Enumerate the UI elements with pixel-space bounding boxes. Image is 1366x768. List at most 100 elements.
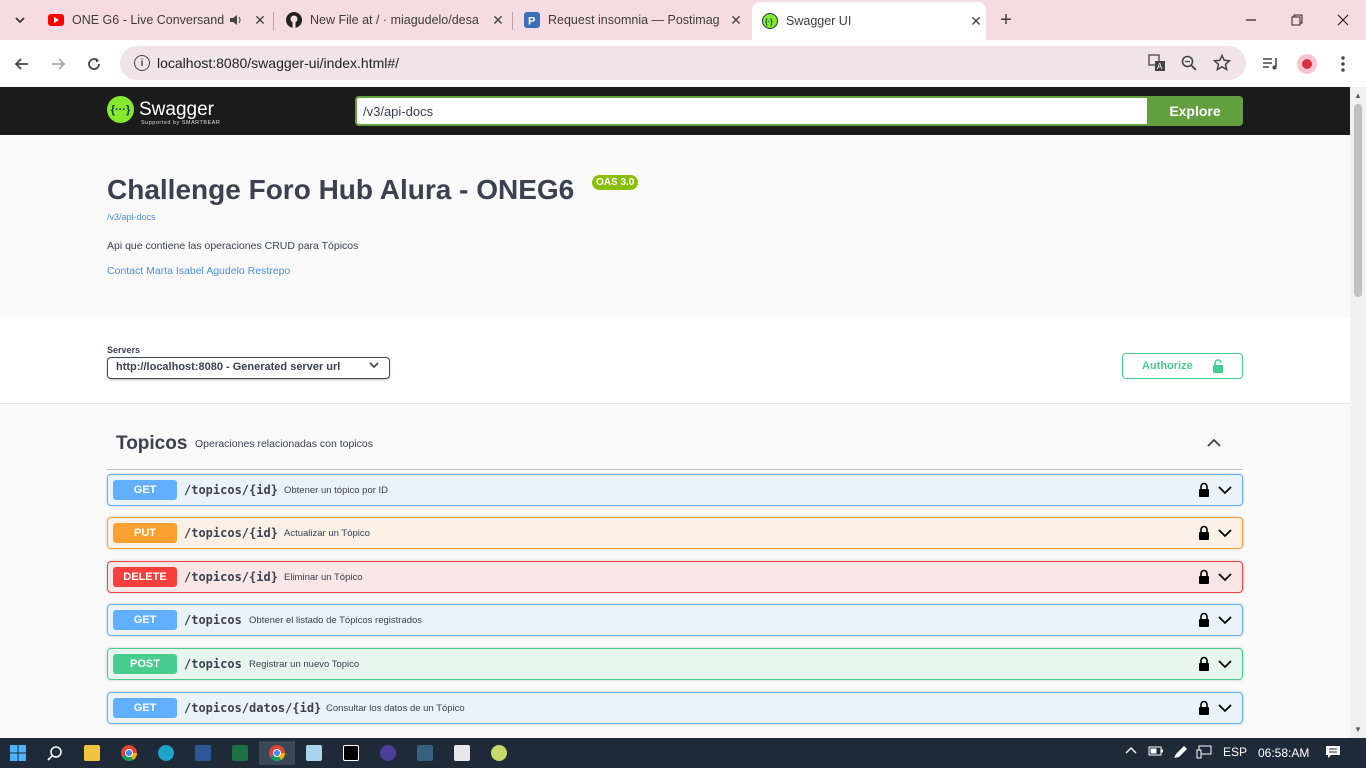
browser-toolbar: i localhost:8080/swagger-ui/index.html#/… xyxy=(0,40,1366,87)
chevron-down-icon[interactable] xyxy=(1218,657,1232,676)
tab-title: ONE G6 - Live Conversando xyxy=(72,13,224,27)
method-badge: DELETE xyxy=(113,567,177,587)
menu-kebab-icon[interactable] xyxy=(1332,53,1354,75)
close-window-icon[interactable] xyxy=(1331,8,1355,32)
speaker-icon[interactable] xyxy=(228,12,244,28)
file-explorer-icon[interactable] xyxy=(74,741,110,765)
authorize-button[interactable]: Authorize xyxy=(1122,353,1243,379)
tab-youtube[interactable]: ONE G6 - Live Conversando ✕ xyxy=(38,6,270,34)
restore-icon[interactable] xyxy=(1285,8,1309,32)
method-badge: POST xyxy=(113,654,177,674)
pen-icon[interactable] xyxy=(1172,745,1188,762)
chevron-down-icon[interactable] xyxy=(1218,613,1232,632)
back-arrow-icon[interactable] xyxy=(9,51,35,77)
swagger-logo[interactable]: {···} Swagger Supported by SMARTBEAR xyxy=(107,96,220,126)
chevron-down-icon[interactable] xyxy=(1218,701,1232,720)
chrome-active-icon[interactable] xyxy=(259,741,295,765)
spec-url-input[interactable]: /v3/api-docs xyxy=(355,96,1147,126)
lock-icon[interactable] xyxy=(1198,482,1210,502)
zoom-icon[interactable] xyxy=(1179,53,1199,73)
scrollbar-thumb[interactable] xyxy=(1354,104,1362,297)
operation-summary: Eliminar un Tópico xyxy=(284,572,363,583)
eclipse-icon[interactable] xyxy=(370,741,406,765)
operation-summary: Obtener el listado de Tópicos registrado… xyxy=(249,615,423,626)
lock-icon[interactable] xyxy=(1198,656,1210,676)
close-tab-icon[interactable]: ✕ xyxy=(966,11,986,31)
bookmark-star-icon[interactable] xyxy=(1212,53,1232,73)
scroll-down-arrow-icon[interactable]: ▼ xyxy=(1354,725,1362,734)
operation-get-topico-by-id[interactable]: GET /topicos/{id} Obtener un tópico por … xyxy=(107,474,1243,506)
chevron-up-icon[interactable] xyxy=(1205,434,1223,452)
paint-icon[interactable] xyxy=(481,741,517,765)
api-contact-link[interactable]: Contact Marta Isabel Agudelo Restrepo xyxy=(107,265,290,277)
site-info-icon[interactable]: i xyxy=(134,55,150,71)
api-spec-link[interactable]: /v3/api-docs xyxy=(107,212,156,222)
swagger-topbar: {···} Swagger Supported by SMARTBEAR /v3… xyxy=(0,87,1350,135)
notifications-icon[interactable] xyxy=(1325,745,1341,762)
lock-icon[interactable] xyxy=(1198,612,1210,632)
chevron-down-icon[interactable] xyxy=(1218,526,1232,545)
operation-path: /topicos/{id} xyxy=(184,526,278,540)
excel-icon[interactable] xyxy=(222,741,258,765)
new-tab-icon[interactable]: + xyxy=(994,8,1018,32)
photos-icon[interactable] xyxy=(444,741,480,765)
network-icon[interactable] xyxy=(1196,745,1212,762)
tag-header-topicos[interactable]: Topicos Operaciones relacionadas con top… xyxy=(107,424,1243,470)
operation-get-topicos-list[interactable]: GET /topicos Obtener el listado de Tópic… xyxy=(107,604,1243,636)
forward-arrow-icon[interactable] xyxy=(45,51,71,77)
search-icon[interactable] xyxy=(37,741,73,765)
page-scrollbar[interactable]: ▲ ▼ xyxy=(1350,87,1366,738)
taskbar-clock[interactable]: 06:58:AM xyxy=(1258,746,1309,760)
tray-chevron-up-icon[interactable] xyxy=(1125,745,1137,760)
chevron-down-icon[interactable] xyxy=(1218,483,1232,502)
oas-version-badge: OAS 3.0 xyxy=(592,175,639,190)
svg-text:A: A xyxy=(1157,62,1163,71)
operation-post-topico[interactable]: POST /topicos Registrar un nuevo Topico xyxy=(107,648,1243,680)
close-tab-icon[interactable]: ✕ xyxy=(250,10,270,30)
edge-icon[interactable] xyxy=(148,741,184,765)
operation-summary: Obtener un tópico por ID xyxy=(284,485,389,496)
translate-icon[interactable]: A xyxy=(1147,53,1167,73)
reload-icon[interactable] xyxy=(81,51,107,77)
windows-taskbar: ESP 06:58:AM xyxy=(0,738,1366,768)
tab-postimages[interactable]: P Request insomnia — Postimage ✕ xyxy=(514,6,746,34)
operation-put-topico[interactable]: PUT /topicos/{id} Actualizar un Tópico xyxy=(107,517,1243,549)
lock-icon[interactable] xyxy=(1198,569,1210,589)
word-icon[interactable] xyxy=(185,741,221,765)
notepad-icon[interactable] xyxy=(296,741,332,765)
media-control-icon[interactable] xyxy=(1260,53,1282,75)
unlocked-lock-icon xyxy=(1212,359,1224,376)
api-title: Challenge Foro Hub Alura - ONEG6 xyxy=(107,174,575,205)
authorize-label: Authorize xyxy=(1142,360,1193,372)
close-tab-icon[interactable]: ✕ xyxy=(726,10,746,30)
scroll-up-arrow-icon[interactable]: ▲ xyxy=(1354,91,1362,100)
chrome-icon[interactable] xyxy=(111,741,147,765)
svg-text:{·}: {·} xyxy=(765,19,773,26)
tag-name: Topicos xyxy=(116,433,188,454)
tab-github[interactable]: New File at / · miagudelo/desa ✕ xyxy=(276,6,508,34)
method-badge: PUT xyxy=(113,523,177,543)
close-tab-icon[interactable]: ✕ xyxy=(488,10,508,30)
operation-delete-topico[interactable]: DELETE /topicos/{id} Eliminar un Tópico xyxy=(107,561,1243,593)
operation-get-topico-datos[interactable]: GET /topicos/datos/{id} Consultar los da… xyxy=(107,692,1243,724)
intellij-icon[interactable] xyxy=(333,741,369,765)
lock-icon[interactable] xyxy=(1198,700,1210,720)
address-url[interactable]: localhost:8080/swagger-ui/index.html#/ xyxy=(157,55,399,71)
battery-icon[interactable] xyxy=(1148,745,1164,760)
tab-swagger-ui[interactable]: {·} Swagger UI ✕ xyxy=(752,2,986,40)
explore-button[interactable]: Explore xyxy=(1147,96,1243,126)
chevron-down-icon[interactable] xyxy=(1218,570,1232,589)
servers-label: Servers xyxy=(107,345,141,355)
address-bar[interactable]: i localhost:8080/swagger-ui/index.html#/… xyxy=(120,46,1246,80)
servers-select[interactable]: http://localhost:8080 - Generated server… xyxy=(107,357,390,379)
lock-icon[interactable] xyxy=(1198,525,1210,545)
minimize-icon[interactable] xyxy=(1239,8,1263,32)
windows-start-icon[interactable] xyxy=(0,741,36,765)
swagger-icon: {·} xyxy=(762,13,778,29)
operation-summary: Registrar un nuevo Topico xyxy=(249,659,360,670)
profile-avatar-icon[interactable] xyxy=(1296,53,1318,75)
language-indicator[interactable]: ESP xyxy=(1223,745,1247,759)
mysql-workbench-icon[interactable] xyxy=(407,741,443,765)
tab-search-chevron-icon[interactable] xyxy=(8,8,32,32)
operation-path: /topicos/{id} xyxy=(184,483,278,497)
